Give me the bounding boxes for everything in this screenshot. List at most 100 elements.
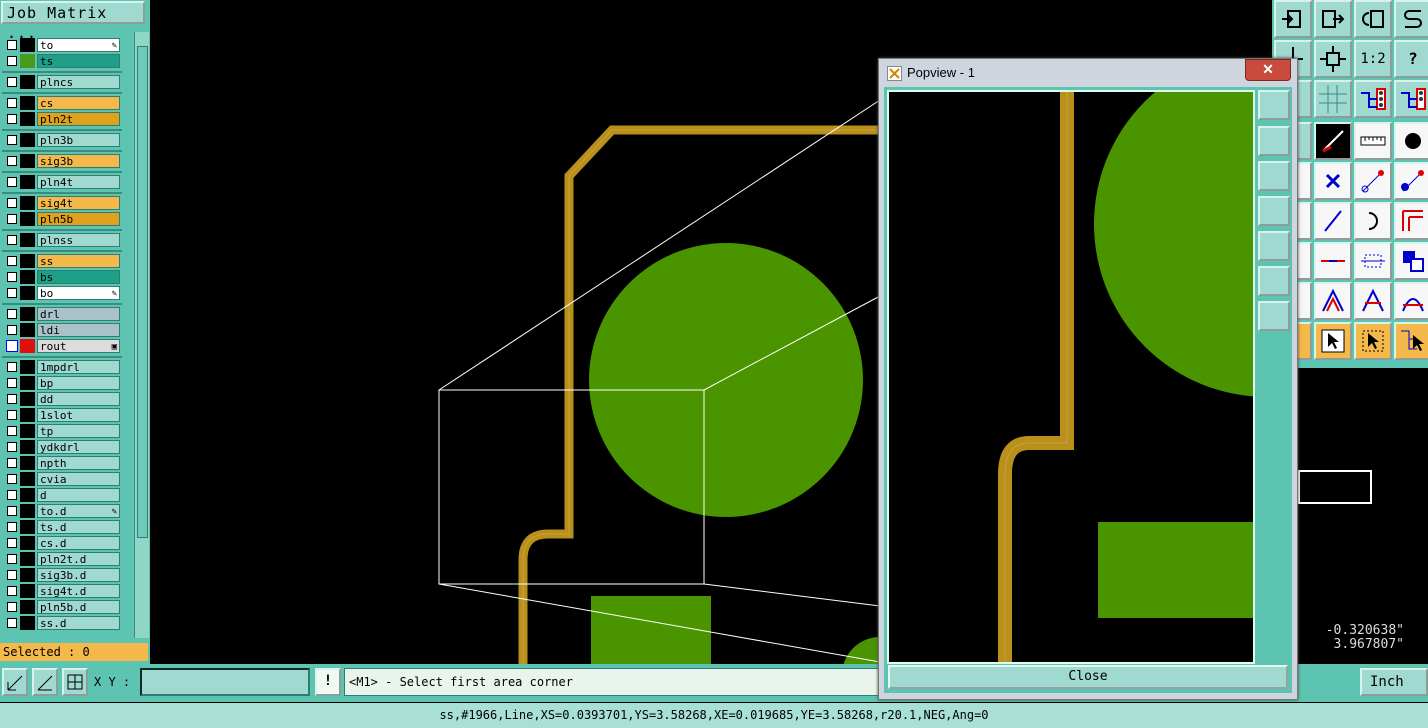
layer-color-swatch[interactable] [20,154,35,168]
pv-layer-out-icon[interactable] [1258,231,1290,261]
layer-checkbox[interactable] [7,506,17,516]
layer-name[interactable]: 1slot [37,408,120,422]
layer-color-swatch[interactable] [20,360,35,374]
layer-color-swatch[interactable] [20,38,35,52]
layer-checkbox[interactable] [7,256,17,266]
layer-color-swatch[interactable] [20,112,35,126]
layer-name[interactable]: bs [37,270,120,284]
layer-color-swatch[interactable] [20,616,35,630]
layer-color-swatch[interactable] [20,270,35,284]
layer-checkbox[interactable] [7,458,17,468]
layer-row[interactable]: sig3b.d [2,568,122,582]
measure-tool-icon[interactable] [2,668,28,696]
draw-line-button[interactable] [1314,122,1352,160]
layer-color-swatch[interactable] [20,133,35,147]
zoom-ratio-button[interactable]: 1:2 [1354,40,1392,78]
layer-name[interactable]: sig3b.d [37,568,120,582]
layer-row[interactable]: tp [2,424,122,438]
grid-tool-icon[interactable] [62,668,88,696]
layer-name[interactable]: rout ▣ [37,339,120,353]
layer-name[interactable]: to.d ✎ [37,504,120,518]
layer-row[interactable]: sig4t.d [2,584,122,598]
layer-row[interactable]: ldi [2,323,122,337]
layer-color-swatch[interactable] [20,323,35,337]
layer-name[interactable]: ldi [37,323,120,337]
layer-checkbox[interactable] [7,522,17,532]
layer-name[interactable]: pln4t [37,175,120,189]
close-icon[interactable]: ✕ [1245,59,1291,81]
layer-name[interactable]: ydkdrl [37,440,120,454]
layer-checkbox[interactable] [6,340,18,352]
layer-color-swatch[interactable] [20,568,35,582]
grid-button[interactable] [1314,80,1352,118]
layer-row[interactable]: pln2t [2,112,122,126]
layer-row[interactable]: pln2t.d [2,552,122,566]
layer-row[interactable]: ss [2,254,122,268]
layer-checkbox[interactable] [7,214,17,224]
layer-row[interactable]: ts.d [2,520,122,534]
layer-name[interactable]: pln3b [37,133,120,147]
layer-name[interactable]: cvia [37,472,120,486]
layer-color-swatch[interactable] [20,196,35,210]
layer-color-swatch[interactable] [20,600,35,614]
select-feature-button[interactable] [1314,322,1352,360]
layer-color-swatch[interactable] [20,54,35,68]
xy-input[interactable] [140,668,310,696]
layer-name[interactable]: sig3b [37,154,120,168]
add-line-alt-button[interactable] [1394,162,1428,200]
layer-checkbox[interactable] [7,362,17,372]
dash-line-button[interactable] [1314,242,1352,280]
layer-name[interactable]: pln5b [37,212,120,226]
layer-checkbox[interactable] [7,135,17,145]
layer-checkbox[interactable] [7,325,17,335]
layer-checkbox[interactable] [7,554,17,564]
layer-checkbox[interactable] [7,410,17,420]
add-line-button[interactable] [1354,162,1392,200]
layer-checkbox[interactable] [7,114,17,124]
layer-color-swatch[interactable] [20,488,35,502]
layer-color-swatch[interactable] [20,408,35,422]
layer-color-swatch[interactable] [20,75,35,89]
layer-checkbox[interactable] [7,235,17,245]
layer-color-swatch[interactable] [20,254,35,268]
layer-in-button[interactable] [1274,0,1312,38]
layer-name[interactable]: tp [37,424,120,438]
pv-zoom-fit-icon[interactable] [1258,266,1290,296]
angle-b-button[interactable] [1354,282,1392,320]
arc-button[interactable] [1354,202,1392,240]
layer-checkbox[interactable] [7,474,17,484]
layer-checkbox[interactable] [7,586,17,596]
layer-name[interactable]: cs [37,96,120,110]
layer-checkbox[interactable] [7,618,17,628]
layer-color-swatch[interactable] [20,376,35,390]
layer-row[interactable]: to ✎ [2,38,122,52]
pv-zoom-all-icon[interactable] [1258,301,1290,331]
layer-color-swatch[interactable] [20,307,35,321]
angle-tool-icon[interactable] [32,668,58,696]
layer-row[interactable]: ts [2,54,122,68]
layer-row[interactable]: plnss [2,233,122,247]
layer-checkbox[interactable] [7,570,17,580]
layer-color-swatch[interactable] [20,536,35,550]
layer-checkbox[interactable] [7,538,17,548]
popview-canvas[interactable] [887,90,1255,664]
job-matrix-title[interactable]: Job Matrix ... [1,1,145,42]
layer-checkbox[interactable] [7,177,17,187]
layer-name[interactable]: pln2t.d [37,552,120,566]
slash-button[interactable] [1314,202,1352,240]
layer-checkbox[interactable] [7,40,17,50]
pad-button[interactable] [1394,122,1428,160]
layer-name[interactable]: bo ✎ [37,286,120,300]
layer-color-swatch[interactable] [20,440,35,454]
layer-name[interactable]: d [37,488,120,502]
popview-titlebar[interactable]: Popview - 1 ✕ [879,59,1297,87]
layer-name[interactable]: ss [37,254,120,268]
ruler-button[interactable] [1354,122,1392,160]
layer-color-swatch[interactable] [20,212,35,226]
layer-name[interactable]: pln2t [37,112,120,126]
layer-row[interactable]: 1mpdrl [2,360,122,374]
layer-name[interactable]: bp [37,376,120,390]
layer-color-swatch[interactable] [20,472,35,486]
layer-name[interactable]: 1mpdrl [37,360,120,374]
layer-row[interactable]: cs.d [2,536,122,550]
